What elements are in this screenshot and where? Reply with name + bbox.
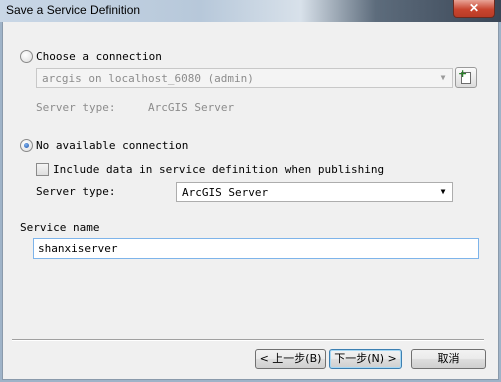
next-button[interactable]: 下一步(N) > bbox=[329, 349, 402, 369]
include-data-checkbox[interactable] bbox=[36, 163, 49, 176]
close-button[interactable]: ✕ bbox=[453, 0, 495, 18]
button-separator bbox=[12, 339, 484, 341]
chevron-down-icon: ▼ bbox=[440, 73, 446, 82]
add-connection-icon: + bbox=[458, 67, 468, 80]
connection-select[interactable]: arcgis on localhost_6080 (admin) ▼ bbox=[36, 68, 453, 88]
connection-server-type-label: Server type: bbox=[36, 101, 116, 114]
cancel-button[interactable]: 取消 bbox=[411, 349, 486, 369]
close-icon: ✕ bbox=[468, 1, 480, 15]
title-bar: Save a Service Definition ✕ bbox=[0, 0, 501, 22]
window-title: Save a Service Definition bbox=[6, 3, 141, 17]
service-name-input[interactable]: shanxiserver bbox=[33, 238, 479, 259]
include-data-label: Include data in service definition when … bbox=[53, 163, 385, 176]
connection-server-type-value: ArcGIS Server bbox=[148, 101, 235, 114]
service-name-label: Service name bbox=[20, 221, 100, 234]
server-type-label: Server type: bbox=[36, 185, 116, 198]
add-connection-button[interactable]: + bbox=[455, 67, 477, 88]
connection-select-value: arcgis on localhost_6080 (admin) bbox=[42, 72, 254, 85]
service-name-value: shanxiserver bbox=[38, 242, 118, 255]
choose-connection-radio[interactable] bbox=[20, 50, 33, 63]
no-connection-radio[interactable] bbox=[20, 139, 33, 152]
server-type-select[interactable]: ArcGIS Server ▼ bbox=[176, 182, 453, 202]
back-button[interactable]: < 上一步(B) bbox=[255, 349, 326, 369]
chevron-down-icon: ▼ bbox=[440, 187, 446, 196]
choose-connection-label: Choose a connection bbox=[36, 50, 162, 63]
server-type-select-value: ArcGIS Server bbox=[182, 186, 269, 199]
no-connection-label: No available connection bbox=[36, 139, 189, 152]
